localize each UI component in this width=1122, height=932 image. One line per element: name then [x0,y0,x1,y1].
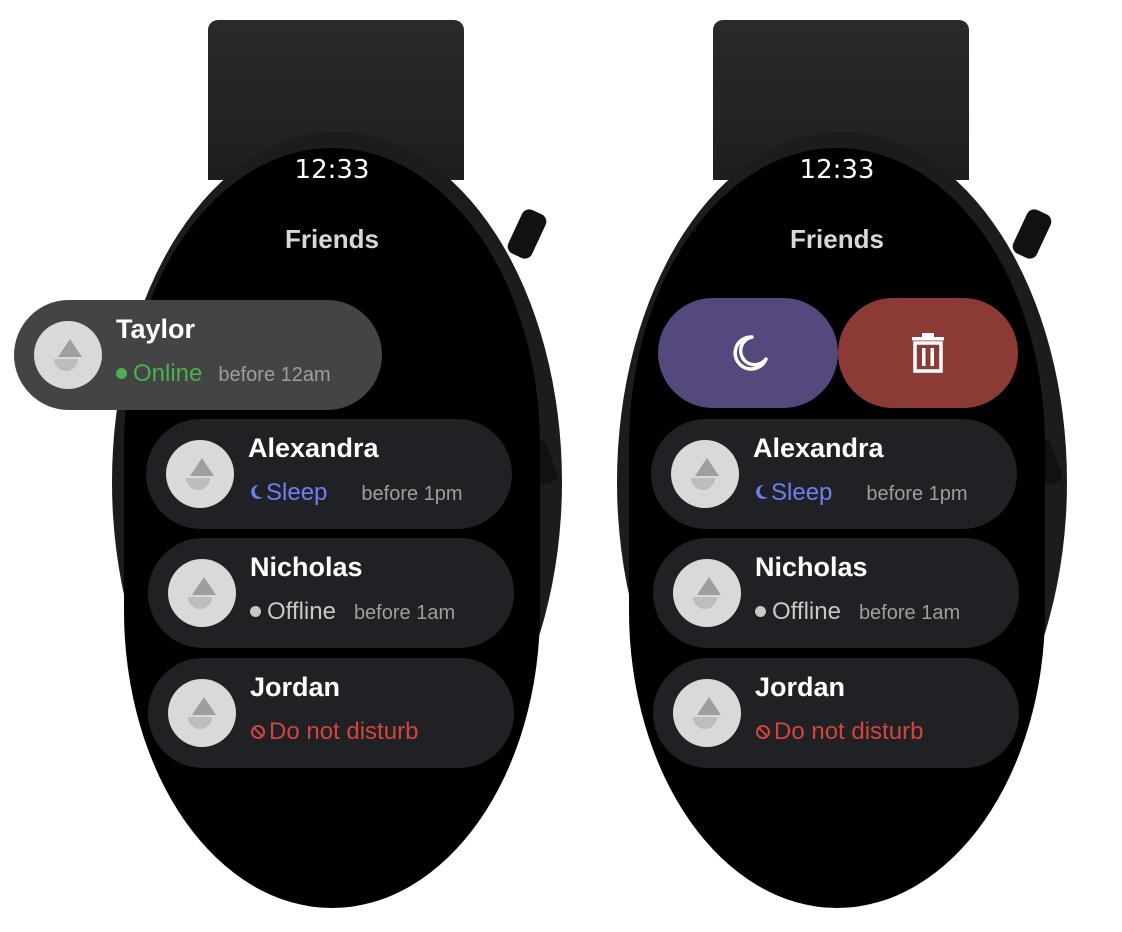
avatar-placeholder-icon [691,458,719,490]
avatar-placeholder-icon [186,458,214,490]
friend-name: Jordan [755,672,846,702]
moon-icon [733,335,768,371]
watch-frame-2: 12:33 Friends Alexandra Sleep before 1pm [505,0,1067,932]
friend-card-nicholas[interactable]: Nicholas Offline before 1am [148,538,514,648]
avatar-placeholder-icon [188,697,216,729]
friend-card-taylor[interactable]: Taylor Online before 12am [14,300,382,410]
do-not-disturb-icon [251,725,265,739]
offline-dot-icon [250,606,261,617]
avatar [168,559,236,627]
friend-status: Offline [267,598,336,625]
avatar [673,559,741,627]
friend-last-seen: before 1am [858,602,961,624]
moon-icon [251,484,263,499]
friend-name: Taylor [116,314,196,344]
friend-status-row: Sleep before 1pm [753,479,968,507]
clock-time: 12:33 [799,155,875,185]
watch-frame-1: 12:33 Friends Taylor Online before 12am A… [0,0,562,932]
avatar [671,440,739,508]
friend-status-row: Offline before 1am [755,598,960,626]
friend-status: Do not disturb [269,718,419,745]
friend-name: Jordan [250,672,341,702]
friend-name: Nicholas [755,552,868,582]
trash-icon [912,333,944,373]
friend-status: Do not disturb [774,718,924,745]
avatar [168,679,236,747]
avatar [34,321,102,389]
friend-last-seen: before 1pm [361,483,463,505]
friend-status: Online [133,360,203,387]
sleep-action-button[interactable] [658,298,838,408]
offline-dot-icon [755,606,766,617]
friend-last-seen: before 12am [218,364,331,386]
online-dot-icon [116,368,127,379]
friend-status: Sleep [771,479,833,506]
do-not-disturb-icon [756,725,770,739]
avatar-placeholder-icon [693,577,721,609]
friend-last-seen: before 1pm [866,483,968,505]
friend-status-row: Do not disturb [755,718,923,746]
friend-last-seen: before 1am [353,602,456,624]
avatar-placeholder-icon [54,339,82,371]
moon-icon [756,484,768,499]
friend-status: Offline [772,598,841,625]
friend-name: Alexandra [248,433,379,463]
delete-action-button[interactable] [838,298,1018,408]
avatar-placeholder-icon [693,697,721,729]
friend-status-row: Do not disturb [250,718,418,746]
friend-status-row: Offline before 1am [250,598,455,626]
friend-name: Nicholas [250,552,363,582]
friend-card-alexandra[interactable]: Alexandra Sleep before 1pm [651,419,1017,529]
friend-card-jordan[interactable]: Jordan Do not disturb [148,658,514,768]
friend-card-jordan[interactable]: Jordan Do not disturb [653,658,1019,768]
avatar-placeholder-icon [188,577,216,609]
avatar [166,440,234,508]
friend-name: Alexandra [753,433,884,463]
avatar [673,679,741,747]
friend-status-row: Online before 12am [116,360,331,388]
friend-status-row: Sleep before 1pm [248,479,463,507]
screen-title: Friends [790,224,884,254]
friend-status: Sleep [266,479,328,506]
friend-card-alexandra[interactable]: Alexandra Sleep before 1pm [146,419,512,529]
friend-card-nicholas[interactable]: Nicholas Offline before 1am [653,538,1019,648]
